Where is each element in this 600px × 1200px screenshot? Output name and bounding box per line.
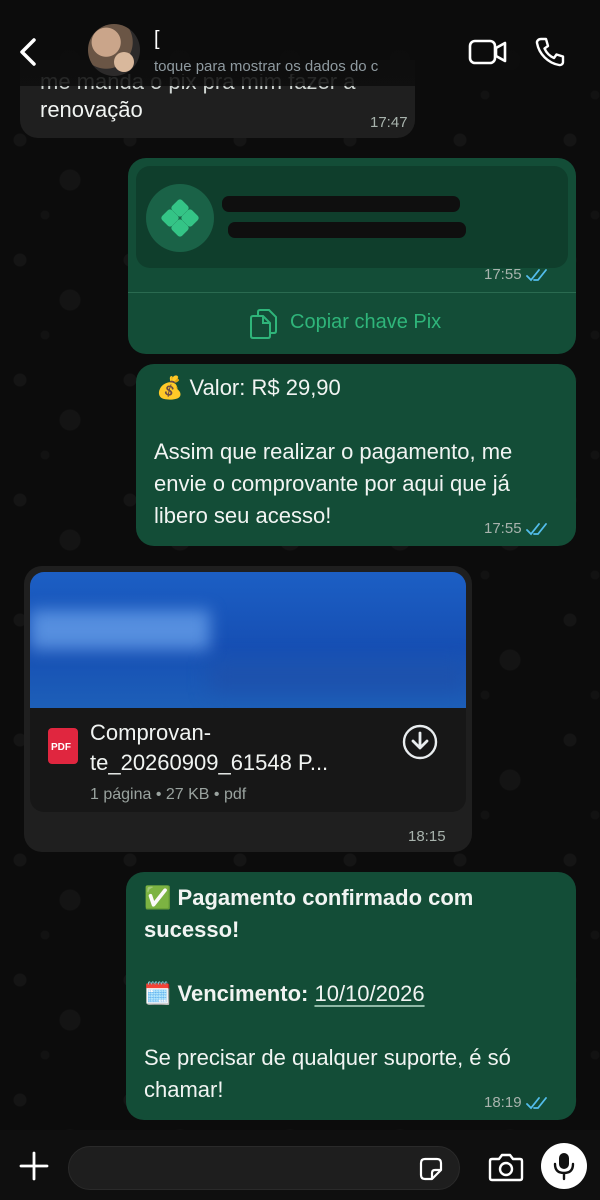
message-text-line: Assim que realizar o pagamento, me: [154, 439, 513, 464]
video-call-icon[interactable]: [468, 38, 508, 66]
read-receipt-icon: [525, 523, 547, 536]
message-time: 17:47: [370, 114, 408, 131]
message-time: 18:15: [408, 828, 446, 845]
file-name: Comprovan- te_20260909_61548 P...: [90, 720, 329, 775]
file-meta: 1 página • 27 KB • pdf: [90, 786, 247, 803]
contact-avatar[interactable]: [88, 24, 140, 76]
document-preview-thumbnail[interactable]: [30, 572, 466, 708]
contact-status[interactable]: toque para mostrar os dados do c: [154, 58, 424, 75]
message-text: renovação: [40, 97, 143, 122]
redacted-pix-name: [228, 222, 466, 238]
message-text-line: libero seu acesso!: [154, 503, 332, 528]
read-receipt-icon: [525, 269, 547, 282]
chat-header: [ toque para mostrar os dados do c: [0, 0, 600, 86]
incoming-document-message[interactable]: PDF Comprovan- te_20260909_61548 P... 1 …: [24, 566, 472, 852]
pix-icon: [161, 199, 199, 237]
plus-icon[interactable]: [18, 1150, 50, 1182]
pdf-file-icon: PDF: [48, 728, 78, 764]
confirmation-headline: ✅ Pagamento confirmado com sucesso!: [144, 885, 474, 942]
message-text-line: envie o comprovante por aqui que já: [154, 471, 510, 496]
redacted-pix-key: [222, 196, 460, 212]
due-date-line: 🗓️ Vencimento: 10/10/2026: [144, 981, 425, 1006]
copy-pix-key-label: Copiar chave Pix: [290, 311, 442, 333]
pix-logo: [146, 184, 214, 252]
outgoing-message[interactable]: ✅ Pagamento confirmado com sucesso! 🗓️ V…: [126, 872, 576, 1120]
outgoing-message[interactable]: 💰 Valor: R$ 29,90 Assim que realizar o p…: [136, 364, 576, 546]
message-time: 18:19: [484, 1094, 548, 1111]
back-button[interactable]: [14, 34, 44, 70]
download-icon[interactable]: [402, 724, 438, 760]
pix-key-message[interactable]: 17:55 Copiar chave Pix: [128, 158, 576, 354]
copy-icon: [250, 309, 277, 339]
camera-icon[interactable]: [488, 1152, 524, 1182]
calendar-emoji: 🗓️: [144, 981, 172, 1006]
pix-preview-card[interactable]: [136, 166, 568, 268]
check-emoji: ✅: [144, 885, 172, 910]
money-bag-emoji: 💰: [156, 375, 184, 400]
sticker-icon[interactable]: [417, 1155, 445, 1183]
phone-call-icon[interactable]: [534, 36, 566, 68]
due-date-link[interactable]: 10/10/2026: [314, 981, 424, 1006]
value-line: 💰 Valor: R$ 29,90: [156, 375, 341, 400]
contact-name[interactable]: [: [154, 28, 160, 51]
message-time: 17:55: [484, 266, 548, 283]
compose-bar: [0, 1130, 600, 1200]
message-text-line: Se precisar de qualquer suporte, é só: [144, 1045, 511, 1070]
chevron-left-icon: [20, 38, 36, 66]
voice-message-button[interactable]: [541, 1143, 587, 1189]
microphone-icon: [553, 1153, 575, 1181]
read-receipt-icon: [525, 1097, 547, 1110]
message-time: 17:55: [484, 520, 548, 537]
message-text-line: chamar!: [144, 1077, 224, 1102]
copy-pix-key-button[interactable]: Copiar chave Pix: [128, 293, 576, 354]
message-input[interactable]: [68, 1146, 460, 1190]
document-info-row[interactable]: PDF Comprovan- te_20260909_61548 P... 1 …: [30, 708, 466, 812]
